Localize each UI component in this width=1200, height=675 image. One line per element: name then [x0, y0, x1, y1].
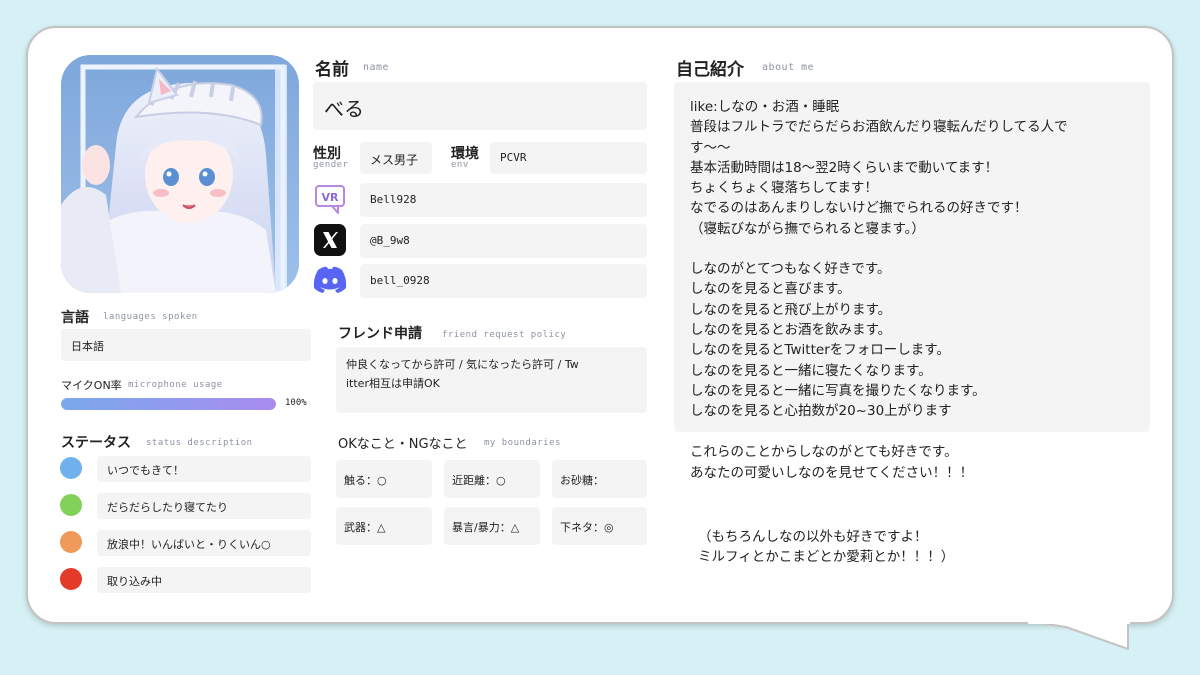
- name-field: べる: [313, 82, 647, 130]
- avatar: [61, 55, 299, 293]
- status-item: 取り込み中: [97, 567, 311, 593]
- mic-heading-en: microphone usage: [128, 380, 223, 390]
- friend-policy-line2: itter相互は申請OK: [346, 377, 440, 390]
- about-heading-en: about me: [762, 62, 815, 73]
- boundary-label: 武器：△: [344, 521, 386, 534]
- speech-bubble-tail: [1028, 621, 1130, 650]
- status-dot: [60, 568, 82, 590]
- status-label: 取り込み中: [107, 575, 162, 588]
- boundary-item: 下ネタ：◎: [552, 507, 647, 545]
- about-line: あなたの可愛いしなのを見せてください！！！: [690, 464, 974, 481]
- boundary-label: 暴言/暴力：△: [452, 521, 520, 534]
- friend-policy-field: 仲良くなってから許可 / 気になったら許可 / Tw itter相互は申請OK: [336, 347, 647, 413]
- about-line: しなのを見ると一緒に写真を撮りたくなります。: [690, 382, 986, 399]
- about-line: しなのを見ると飛び上がります。: [690, 301, 892, 318]
- boundary-label: 触る：○: [344, 474, 387, 487]
- about-line: （寝転びながら撫でられると寝ます。）: [690, 220, 925, 237]
- discord-id: bell_0928: [370, 274, 430, 287]
- status-item: いつでもきて！: [97, 456, 311, 482]
- status-label: だらだらしたり寝てたり: [107, 501, 228, 514]
- boundary-label: お砂糖：: [560, 474, 604, 487]
- name-value: べる: [324, 97, 364, 121]
- languages-field: 日本語: [61, 329, 311, 361]
- status-heading-en: status description: [146, 438, 253, 448]
- about-heading: 自己紹介: [676, 60, 744, 80]
- boundary-label: 下ネタ：◎: [560, 521, 614, 534]
- about-paragraph-3: これらのことからしなのがとても好きです。 あなたの可愛いしなのを見せてください！！…: [690, 442, 1150, 483]
- discord-icon: [313, 266, 347, 293]
- about-line: ちょくちょく寝落ちしてます！: [690, 180, 878, 197]
- about-paragraph-4: （もちろんしなの以外も好きですよ！ ミルフィとかこまどとか愛莉とか！！！）: [690, 527, 1150, 568]
- about-text: like:しなの・お酒・睡眠普段はフルトラでだらだらお酒飲んだり寝転んだりしてる…: [690, 97, 1150, 568]
- friend-policy-line1: 仲良くなってから許可 / 気になったら許可 / Tw: [346, 358, 579, 371]
- boundary-item: 触る：○: [336, 460, 432, 498]
- x-handle: @B_9w8: [370, 234, 410, 247]
- status-label: 放浪中！いんばいと・りくいん○: [107, 538, 271, 551]
- mic-heading: マイクON率: [61, 379, 122, 392]
- mic-percent: 100%: [285, 398, 307, 408]
- status-dot: [60, 457, 82, 479]
- status-label: いつでもきて！: [107, 464, 184, 477]
- about-line: しなのを見ると喜びます。: [690, 281, 851, 298]
- discord-field: bell_0928: [360, 264, 647, 298]
- env-heading-en: env: [451, 160, 469, 170]
- x-field: @B_9w8: [360, 224, 647, 258]
- status-item: 放浪中！いんばいと・りくいん○: [97, 530, 311, 556]
- about-line: ミルフィとかこまどとか愛莉とか！！！）: [698, 549, 955, 566]
- about-line: しなのを見ると心拍数が20~30上がります: [690, 403, 952, 420]
- friend-policy-heading: フレンド申請: [338, 326, 422, 342]
- languages-heading-en: languages spoken: [103, 312, 198, 322]
- status-dot: [60, 531, 82, 553]
- boundary-item: 武器：△: [336, 507, 432, 545]
- about-line: しなのを見るとお酒を飲みます。: [690, 321, 892, 338]
- about-line: しなのがとてつもなく好きです。: [690, 261, 891, 278]
- env-value: PCVR: [500, 151, 527, 164]
- about-line: す～～: [690, 139, 731, 156]
- name-heading: 名前: [315, 60, 349, 80]
- vrchat-id: Bell928: [370, 193, 417, 206]
- friend-policy-heading-en: friend request policy: [442, 330, 567, 340]
- boundary-label: 近距離：○: [452, 474, 506, 487]
- vrchat-field: Bell928: [360, 183, 647, 217]
- avatar-portrait: [61, 55, 299, 293]
- status-item: だらだらしたり寝てたり: [97, 493, 311, 519]
- gender-heading-en: gender: [313, 160, 349, 170]
- gender-field: メス男子: [360, 142, 432, 174]
- x-logo-icon: [314, 224, 346, 256]
- vrchat-icon: VR: [315, 185, 345, 214]
- languages-value: 日本語: [71, 340, 104, 353]
- about-line: これらのことからしなのがとても好きです。: [690, 444, 958, 461]
- about-line: （もちろんしなの以外も好きですよ！: [698, 529, 928, 546]
- boundary-item: お砂糖：: [552, 460, 647, 498]
- name-heading-en: name: [363, 62, 390, 73]
- boundary-item: 近距離：○: [444, 460, 540, 498]
- mic-usage-fill: [61, 398, 276, 410]
- status-heading: ステータス: [61, 435, 131, 451]
- about-paragraph-1: like:しなの・お酒・睡眠普段はフルトラでだらだらお酒飲んだり寝転んだりしてる…: [690, 97, 1150, 239]
- boundaries-heading-en: my boundaries: [484, 438, 561, 448]
- boundaries-heading: OKなこと・NGなこと: [338, 437, 468, 452]
- mic-usage-bar: [61, 398, 276, 410]
- languages-heading: 言語: [61, 310, 89, 326]
- about-paragraph-2: しなのがとてつもなく好きです。 しなのを見ると喜びます。しなのを見ると飛び上がりま…: [690, 259, 1150, 421]
- svg-text:VR: VR: [322, 191, 340, 204]
- boundary-item: 暴言/暴力：△: [444, 507, 540, 545]
- status-dot: [60, 494, 82, 516]
- gender-value: メス男子: [370, 153, 419, 167]
- about-line: 基本活動時間は18～翌2時くらいまで動いてます！: [690, 159, 999, 176]
- about-line: しなのを見るとTwitterをフォローします。: [690, 342, 950, 359]
- about-line: なでるのはあんまりしないけど撫でられるの好きです！: [690, 200, 1028, 217]
- about-line: 普段はフルトラでだらだらお酒飲んだり寝転んだりしてる人で: [690, 119, 1068, 136]
- about-line: しなのを見ると一緒に寝たくなります。: [690, 362, 932, 379]
- env-field: PCVR: [490, 142, 647, 174]
- about-line: like:しなの・お酒・睡眠: [690, 99, 840, 115]
